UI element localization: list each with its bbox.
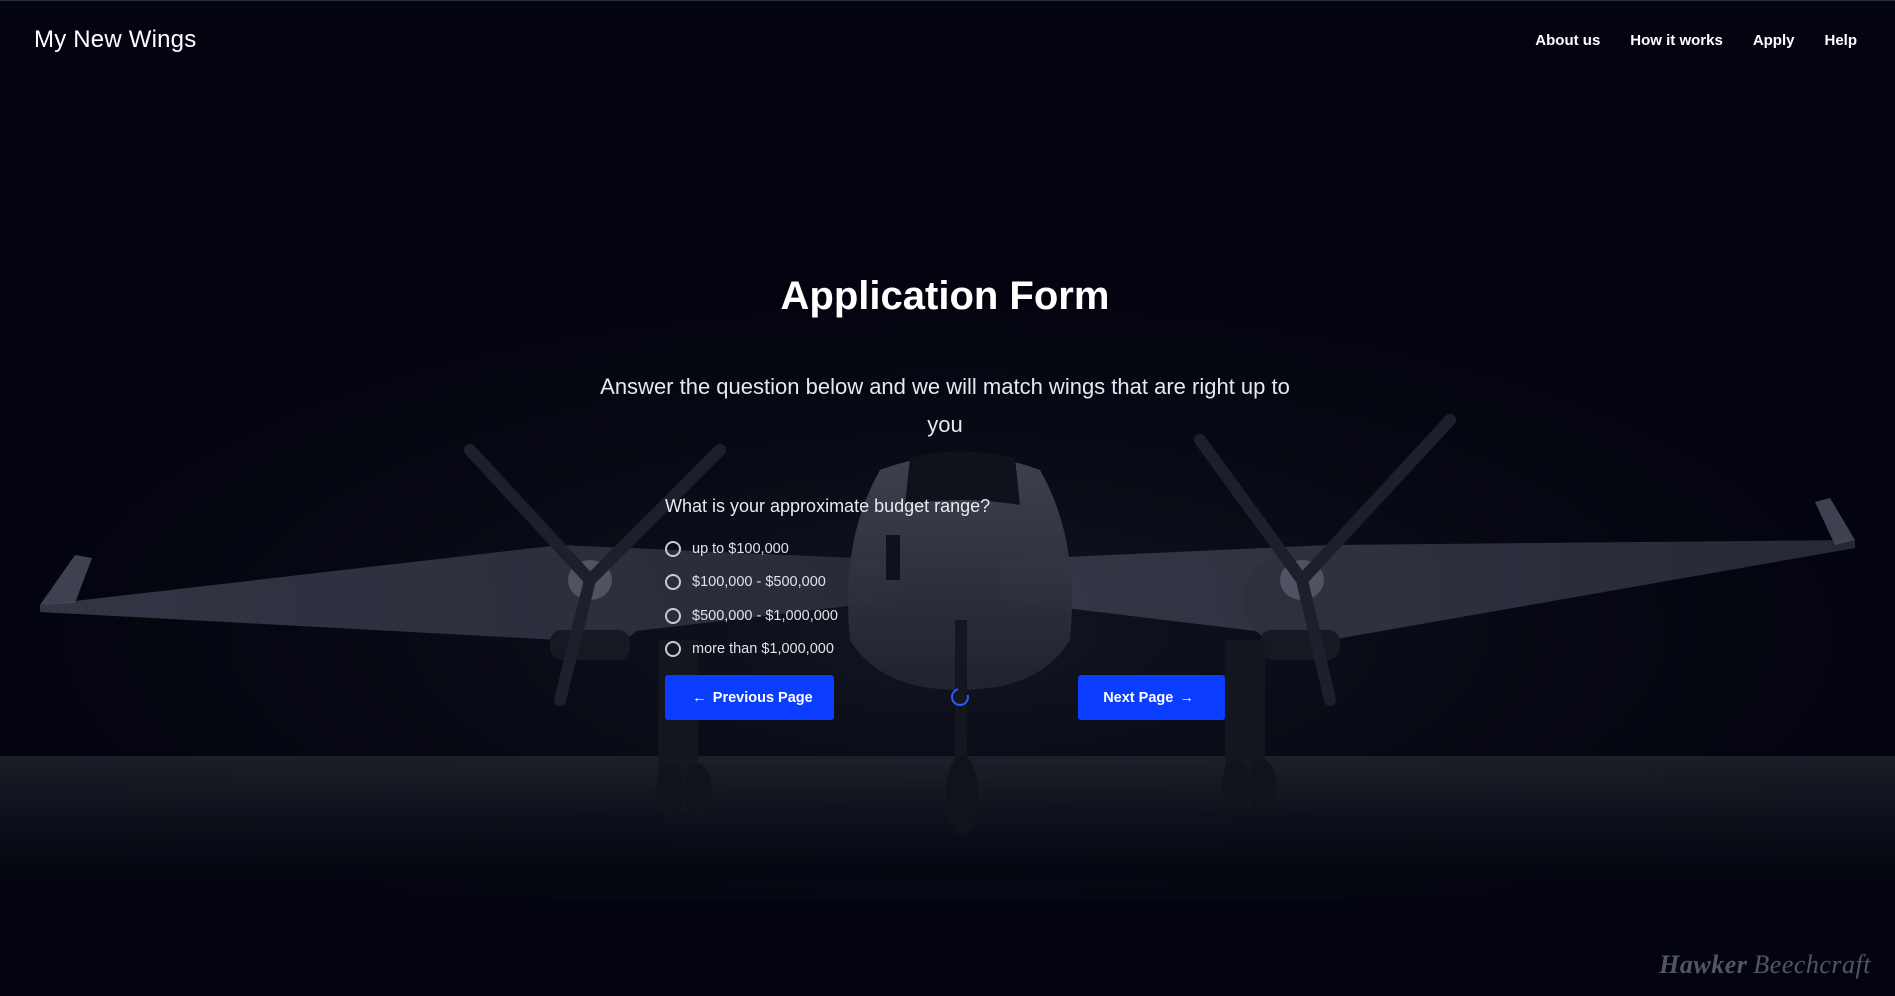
- brand-logo[interactable]: My New Wings: [34, 26, 196, 54]
- nav-apply[interactable]: Apply: [1753, 32, 1795, 49]
- budget-question: What is your approximate budget range?: [665, 496, 991, 516]
- hawker-beechcraft-watermark: Hawker Beechcraft: [1659, 950, 1871, 980]
- watermark-model: Beechcraft: [1753, 950, 1871, 979]
- radio-unchecked-icon[interactable]: [665, 607, 681, 624]
- previous-page-label: Previous Page: [712, 689, 813, 706]
- previous-page-button[interactable]: ← Previous Page: [665, 675, 834, 720]
- nav-how-it-works[interactable]: How it works: [1630, 32, 1723, 49]
- option-label: $100,000 - $500,000: [692, 574, 826, 591]
- budget-options: up to $100,000 $100,000 - $500,000 $500,…: [665, 532, 838, 666]
- option-label: up to $100,000: [692, 540, 789, 557]
- top-border: [0, 0, 1895, 1]
- watermark-brand: Hawker: [1659, 950, 1748, 979]
- nav-help[interactable]: Help: [1824, 32, 1857, 49]
- radio-unchecked-icon[interactable]: [665, 641, 681, 658]
- budget-option-up-to-100k[interactable]: up to $100,000: [665, 532, 838, 566]
- page: My New Wings About us How it works Apply…: [0, 0, 1895, 996]
- arrow-left-icon: ←: [692, 689, 707, 706]
- budget-option-more-than-1m[interactable]: more than $1,000,000: [665, 633, 838, 667]
- budget-option-100k-500k[interactable]: $100,000 - $500,000: [665, 566, 838, 600]
- main-nav: About us How it works Apply Help: [1535, 32, 1857, 49]
- nav-about-us[interactable]: About us: [1535, 32, 1600, 49]
- option-label: more than $1,000,000: [692, 641, 834, 658]
- arrow-right-icon: →: [1179, 689, 1194, 706]
- radio-unchecked-icon[interactable]: [665, 540, 681, 557]
- form-title: Application Form: [780, 274, 1110, 318]
- form-subtitle: Answer the question below and we will ma…: [600, 374, 1290, 437]
- next-page-label: Next Page: [1103, 689, 1174, 706]
- radio-unchecked-icon[interactable]: [665, 574, 681, 591]
- option-label: $500,000 - $1,000,000: [692, 607, 838, 624]
- budget-option-500k-1m[interactable]: $500,000 - $1,000,000: [665, 599, 838, 633]
- next-page-button[interactable]: Next Page →: [1078, 675, 1225, 720]
